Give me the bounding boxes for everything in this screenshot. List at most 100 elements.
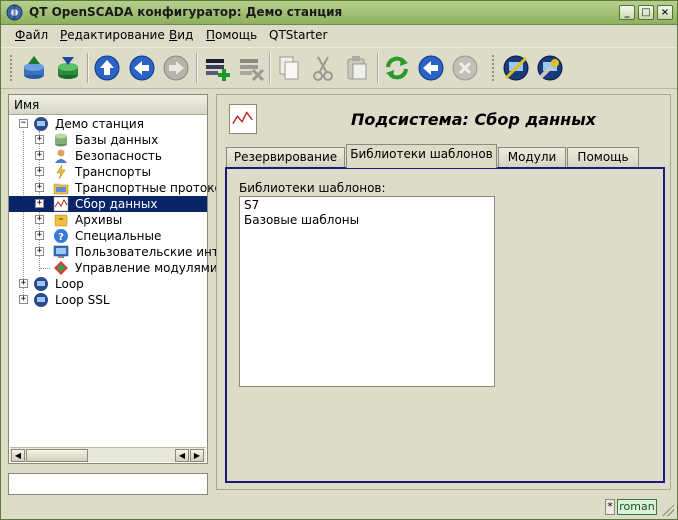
expand-icon[interactable]: + — [35, 247, 44, 256]
menu-help-mnemonic: П — [206, 28, 216, 42]
tree-column-header[interactable]: Имя — [9, 95, 207, 115]
menu-file[interactable]: Файл — [15, 28, 48, 42]
menu-view[interactable]: Вид — [169, 28, 193, 42]
tree-item-specials[interactable]: + ? Специальные — [9, 228, 207, 244]
scrollbar-thumb[interactable] — [26, 449, 88, 462]
tree-item-label: Пользовательские инт — [75, 245, 219, 259]
db-save-icon[interactable] — [53, 53, 83, 83]
db-load-icon[interactable] — [19, 53, 49, 83]
list-item[interactable]: S7 — [244, 198, 259, 212]
station-icon — [34, 117, 48, 131]
toolbar-separator — [87, 53, 89, 83]
tab-content: Библиотеки шаблонов: S7 Базовые шаблоны — [225, 167, 665, 483]
tree-item-loop[interactable]: + Loop — [9, 276, 207, 292]
scroll-left-button[interactable]: ◀ — [11, 449, 25, 462]
users-icon — [55, 149, 67, 163]
menu-help[interactable]: Помощь — [206, 28, 257, 42]
toolbar — [1, 47, 677, 89]
menu-edit-label: едактирование — [67, 28, 165, 42]
main-window: QT OpenSCADA конфигуратор: Демо станция … — [0, 0, 678, 520]
tree-item-data-acquisition[interactable]: + Сбор данных — [9, 196, 207, 212]
tree-item-archives[interactable]: + Архивы — [9, 212, 207, 228]
tab-modules[interactable]: Модули — [498, 147, 566, 167]
maximize-button[interactable]: □ — [638, 5, 654, 20]
menu-qtstarter[interactable]: QTStarter — [269, 28, 327, 42]
tree-item-module-management[interactable]: Управление модулями — [9, 260, 218, 276]
menu-file-mnemonic: Ф — [15, 28, 26, 42]
forward-icon[interactable] — [161, 53, 191, 83]
tree-connector — [40, 268, 50, 269]
tab-template-libraries[interactable]: Библиотеки шаблонов — [346, 144, 497, 168]
tree-item-transports[interactable]: + Транспорты — [9, 164, 207, 180]
collapse-icon[interactable]: − — [19, 119, 28, 128]
remote-station-icon[interactable] — [501, 53, 531, 83]
lightning-icon — [56, 164, 66, 180]
tree-item-transport-protocols[interactable]: + Транспортные протоко — [9, 180, 222, 196]
subsystem-chart-icon — [229, 104, 257, 134]
expand-icon[interactable]: + — [35, 183, 44, 192]
tab-help[interactable]: Помощь — [567, 147, 639, 167]
add-item-icon[interactable] — [202, 53, 232, 83]
copy-icon[interactable] — [274, 53, 304, 83]
expand-icon[interactable]: + — [35, 199, 44, 208]
list-item[interactable]: Базовые шаблоны — [244, 213, 359, 227]
menu-bar: Файл Редактирование Вид Помощь QTStarter — [1, 25, 677, 47]
scroll-right-button[interactable]: ▶ — [190, 449, 204, 462]
toolbar-grip[interactable] — [491, 54, 495, 82]
navigation-tree[interactable]: Имя − Демо станция + Базы данных + Безоп… — [8, 94, 222, 464]
tree-item-databases[interactable]: + Базы данных — [9, 132, 207, 148]
svg-text:?: ? — [58, 232, 64, 243]
tree-item-loop-ssl[interactable]: + Loop SSL — [9, 292, 207, 308]
tree-item-label: Транспорты — [75, 165, 152, 179]
resize-grip[interactable] — [662, 504, 674, 516]
monitor-icon — [53, 245, 69, 258]
start-icon[interactable] — [416, 53, 446, 83]
modified-indicator[interactable]: * — [605, 499, 615, 515]
current-user-indicator[interactable]: roman — [617, 499, 657, 515]
tree-item-security[interactable]: + Безопасность — [9, 148, 207, 164]
tree-item-label: Сбор данных — [75, 197, 158, 211]
openscada-app-icon[interactable] — [6, 4, 23, 21]
help-circle-icon: ? — [54, 229, 68, 243]
back-icon[interactable] — [127, 53, 157, 83]
title-bar[interactable]: QT OpenSCADA конфигуратор: Демо станция … — [1, 1, 677, 25]
stop-icon[interactable] — [450, 53, 480, 83]
tree-item-user-interfaces[interactable]: + Пользовательские инт — [9, 244, 219, 260]
tree-item-demo-station[interactable]: − Демо станция — [9, 116, 207, 132]
menu-edit[interactable]: Редактирование — [60, 28, 165, 42]
window-title: QT OpenSCADA конфигуратор: Демо станция — [29, 5, 343, 19]
remote-station-settings-icon[interactable] — [535, 53, 565, 83]
expand-icon[interactable]: + — [35, 135, 44, 144]
minimize-button[interactable]: _ — [619, 5, 635, 20]
paste-icon[interactable] — [342, 53, 372, 83]
expand-icon[interactable]: + — [35, 167, 44, 176]
folder-icon — [53, 183, 69, 195]
database-icon — [55, 133, 67, 147]
scroll-left-button[interactable]: ◀ — [175, 449, 189, 462]
content-panel: Подсистема: Сбор данных Резервирование Б… — [216, 94, 671, 490]
refresh-icon[interactable] — [382, 53, 412, 83]
expand-icon[interactable]: + — [19, 279, 28, 288]
menu-view-label: ид — [177, 28, 194, 42]
close-button[interactable]: × — [657, 5, 673, 20]
template-libraries-list[interactable]: S7 Базовые шаблоны — [239, 196, 495, 387]
status-message-field[interactable] — [8, 473, 208, 495]
up-icon[interactable] — [92, 53, 122, 83]
expand-icon[interactable]: + — [35, 231, 44, 240]
toolbar-grip[interactable] — [9, 54, 13, 82]
delete-item-icon[interactable] — [236, 53, 266, 83]
menu-file-label: айл — [25, 28, 49, 42]
station-icon — [34, 277, 48, 291]
tab-redundancy[interactable]: Резервирование — [226, 147, 345, 167]
expand-icon[interactable]: + — [19, 295, 28, 304]
expand-icon[interactable]: + — [35, 215, 44, 224]
toolbar-separator — [269, 53, 271, 83]
station-icon — [34, 293, 48, 307]
expand-icon[interactable]: + — [35, 151, 44, 160]
tree-item-label: Архивы — [75, 213, 123, 227]
modules-icon — [54, 261, 68, 275]
tree-item-label: Управление модулями — [75, 261, 218, 275]
cut-icon[interactable] — [308, 53, 338, 83]
tree-item-label: Безопасность — [75, 149, 162, 163]
tree-horizontal-scrollbar[interactable]: ◀ ◀ ▶ — [10, 447, 206, 462]
